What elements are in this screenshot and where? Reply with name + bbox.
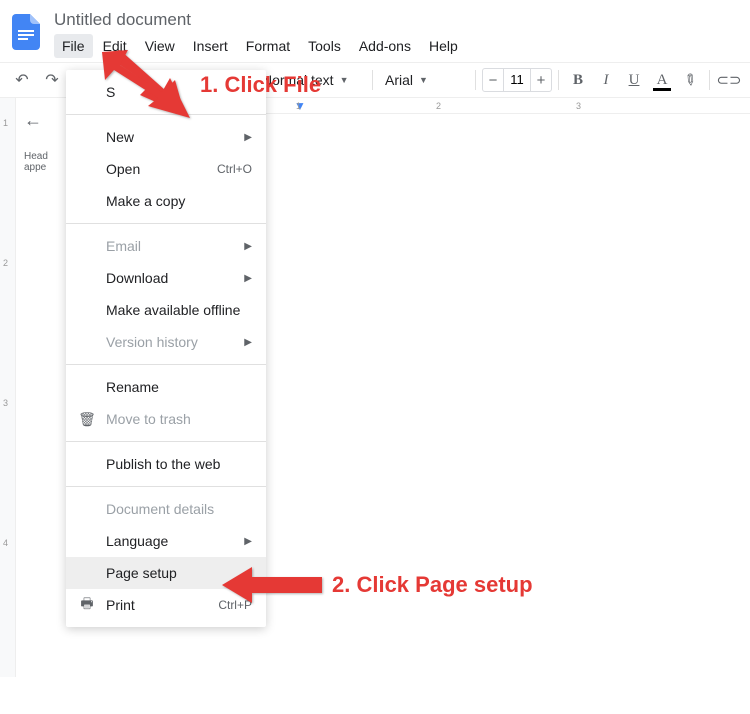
trash-icon: 🗑 [78,411,96,428]
outline-panel: ← Headappe [16,98,66,677]
chevron-down-icon: ▼ [419,75,428,85]
menu-file[interactable]: File [54,34,93,58]
docs-logo-icon[interactable] [8,8,44,56]
chevron-right-icon: ▶ [244,273,252,284]
menu-item-publish[interactable]: Publish to the web [66,448,266,480]
bold-button[interactable]: B [565,67,591,93]
annotation-step-2: 2. Click Page setup [222,565,533,605]
font-size-input[interactable]: 11 [503,69,531,91]
undo-button[interactable]: ↶ [8,66,36,94]
menu-item-move-to-trash[interactable]: 🗑Move to trash [66,403,266,435]
outline-placeholder: Headappe [24,151,58,179]
font-size-increase[interactable]: + [531,72,551,89]
highlight-button[interactable]: ✎ [672,62,709,99]
chevron-right-icon: ▶ [244,536,252,547]
chevron-right-icon: ▶ [244,241,252,252]
text-color-button[interactable]: A [649,67,675,93]
redo-button[interactable]: ↷ [38,66,66,94]
menu-item-language[interactable]: Language▶ [66,525,266,557]
font-select-label: Arial [385,72,413,88]
font-size-stepper: − 11 + [482,68,552,92]
menu-item-download[interactable]: Download▶ [66,262,266,294]
menu-help[interactable]: Help [421,34,466,58]
file-menu-dropdown: ShareS New▶ OpenCtrl+O Make a copy Email… [66,70,266,627]
document-title[interactable]: Untitled document [54,8,742,34]
chevron-right-icon: ▶ [244,132,252,143]
menu-item-rename[interactable]: Rename [66,371,266,403]
print-icon: 🖶 [78,593,96,617]
menu-item-new[interactable]: New▶ [66,121,266,153]
back-arrow-icon[interactable]: ← [24,110,58,131]
annotation-step-1: 1. Click File [100,50,321,120]
underline-button[interactable]: U [621,67,647,93]
menu-item-email[interactable]: Email▶ [66,230,266,262]
italic-button[interactable]: I [593,67,619,93]
vertical-ruler: 1 2 3 4 [0,98,16,677]
arrow-icon [100,50,200,120]
chevron-down-icon: ▼ [340,75,349,85]
font-size-decrease[interactable]: − [483,72,503,89]
menu-item-version-history[interactable]: Version history▶ [66,326,266,358]
menu-item-open[interactable]: OpenCtrl+O [66,153,266,185]
arrow-icon [222,565,322,605]
menu-item-make-copy[interactable]: Make a copy [66,185,266,217]
menu-item-document-details[interactable]: Document details [66,493,266,525]
insert-link-button[interactable]: ⊂⊃ [716,67,742,93]
menu-item-offline[interactable]: Make available offline [66,294,266,326]
font-select[interactable]: Arial ▼ [379,66,469,94]
menu-addons[interactable]: Add-ons [351,34,419,58]
chevron-right-icon: ▶ [244,337,252,348]
